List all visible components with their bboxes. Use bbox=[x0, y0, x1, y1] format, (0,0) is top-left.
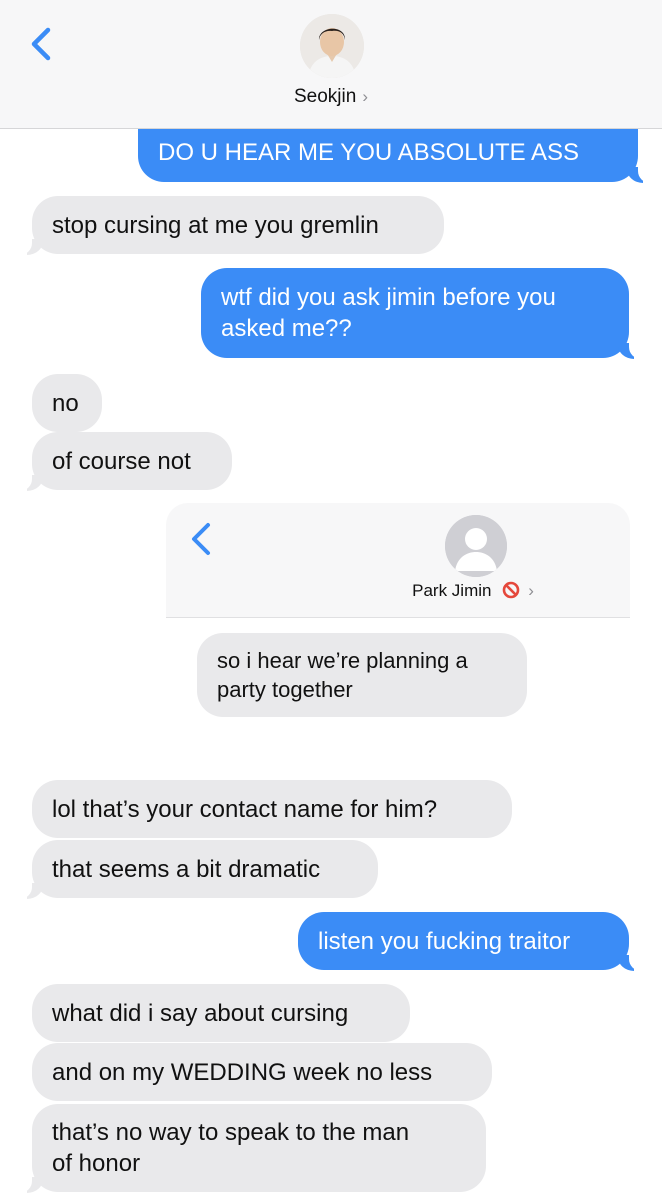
incoming-message[interactable]: no bbox=[32, 374, 102, 432]
back-chevron-icon bbox=[192, 523, 210, 555]
incoming-message[interactable]: that seems a bit dramatic bbox=[19, 840, 378, 899]
embedded-contact-name: Park Jimin bbox=[412, 581, 492, 600]
chevron-right-icon: › bbox=[362, 87, 368, 106]
incoming-message[interactable]: that’s no way to speak to the man of hon… bbox=[19, 1104, 486, 1193]
embedded-screenshot-header: Park Jimin › bbox=[166, 503, 630, 618]
incoming-message[interactable]: and on my WEDDING week no less bbox=[32, 1043, 492, 1101]
outgoing-message[interactable]: listen you fucking traitor bbox=[298, 912, 642, 971]
message-text: of course not bbox=[52, 447, 191, 475]
message-text-line: asked me?? bbox=[221, 315, 352, 342]
message-text: listen you fucking traitor bbox=[318, 927, 571, 955]
message-text-line: of honor bbox=[52, 1150, 141, 1177]
incoming-message[interactable]: lol that’s your contact name for him? bbox=[32, 780, 512, 838]
embedded-contact-name-row: Park Jimin › bbox=[166, 581, 630, 601]
contact-name: Seokjin bbox=[294, 86, 357, 107]
conversation-header: Seokjin › bbox=[0, 0, 662, 129]
back-chevron-icon[interactable] bbox=[26, 26, 66, 66]
message-text: what did i say about cursing bbox=[52, 999, 349, 1027]
contact-name-button[interactable]: Seokjin › bbox=[0, 86, 662, 108]
message-text: and on my WEDDING week no less bbox=[52, 1058, 433, 1086]
message-text: that seems a bit dramatic bbox=[52, 855, 321, 883]
outgoing-message[interactable]: wtf did you ask jimin before you asked m… bbox=[201, 268, 642, 359]
incoming-message[interactable]: of course not bbox=[19, 432, 232, 491]
embedded-incoming-message: so i hear we’re planning a party togethe… bbox=[197, 633, 527, 717]
message-text: stop cursing at me you gremlin bbox=[52, 211, 379, 239]
person-photo-icon bbox=[300, 14, 364, 78]
no-entry-emoji-icon bbox=[502, 581, 520, 599]
incoming-message[interactable]: stop cursing at me you gremlin bbox=[19, 196, 444, 255]
message-text-line: party together bbox=[217, 677, 353, 702]
message-text-line: wtf did you ask jimin before you bbox=[221, 284, 556, 311]
contact-avatar[interactable] bbox=[300, 14, 364, 78]
chevron-right-icon: › bbox=[528, 581, 534, 600]
incoming-message[interactable]: what did i say about cursing bbox=[32, 984, 410, 1042]
message-text-line: so i hear we’re planning a bbox=[217, 648, 468, 673]
default-avatar-icon bbox=[445, 515, 507, 577]
message-text-line: that’s no way to speak to the man bbox=[52, 1119, 410, 1146]
message-text: DO U HEAR ME YOU ABSOLUTE ASS bbox=[158, 139, 580, 166]
message-text: no bbox=[52, 389, 79, 417]
message-text: lol that’s your contact name for him? bbox=[52, 795, 438, 823]
